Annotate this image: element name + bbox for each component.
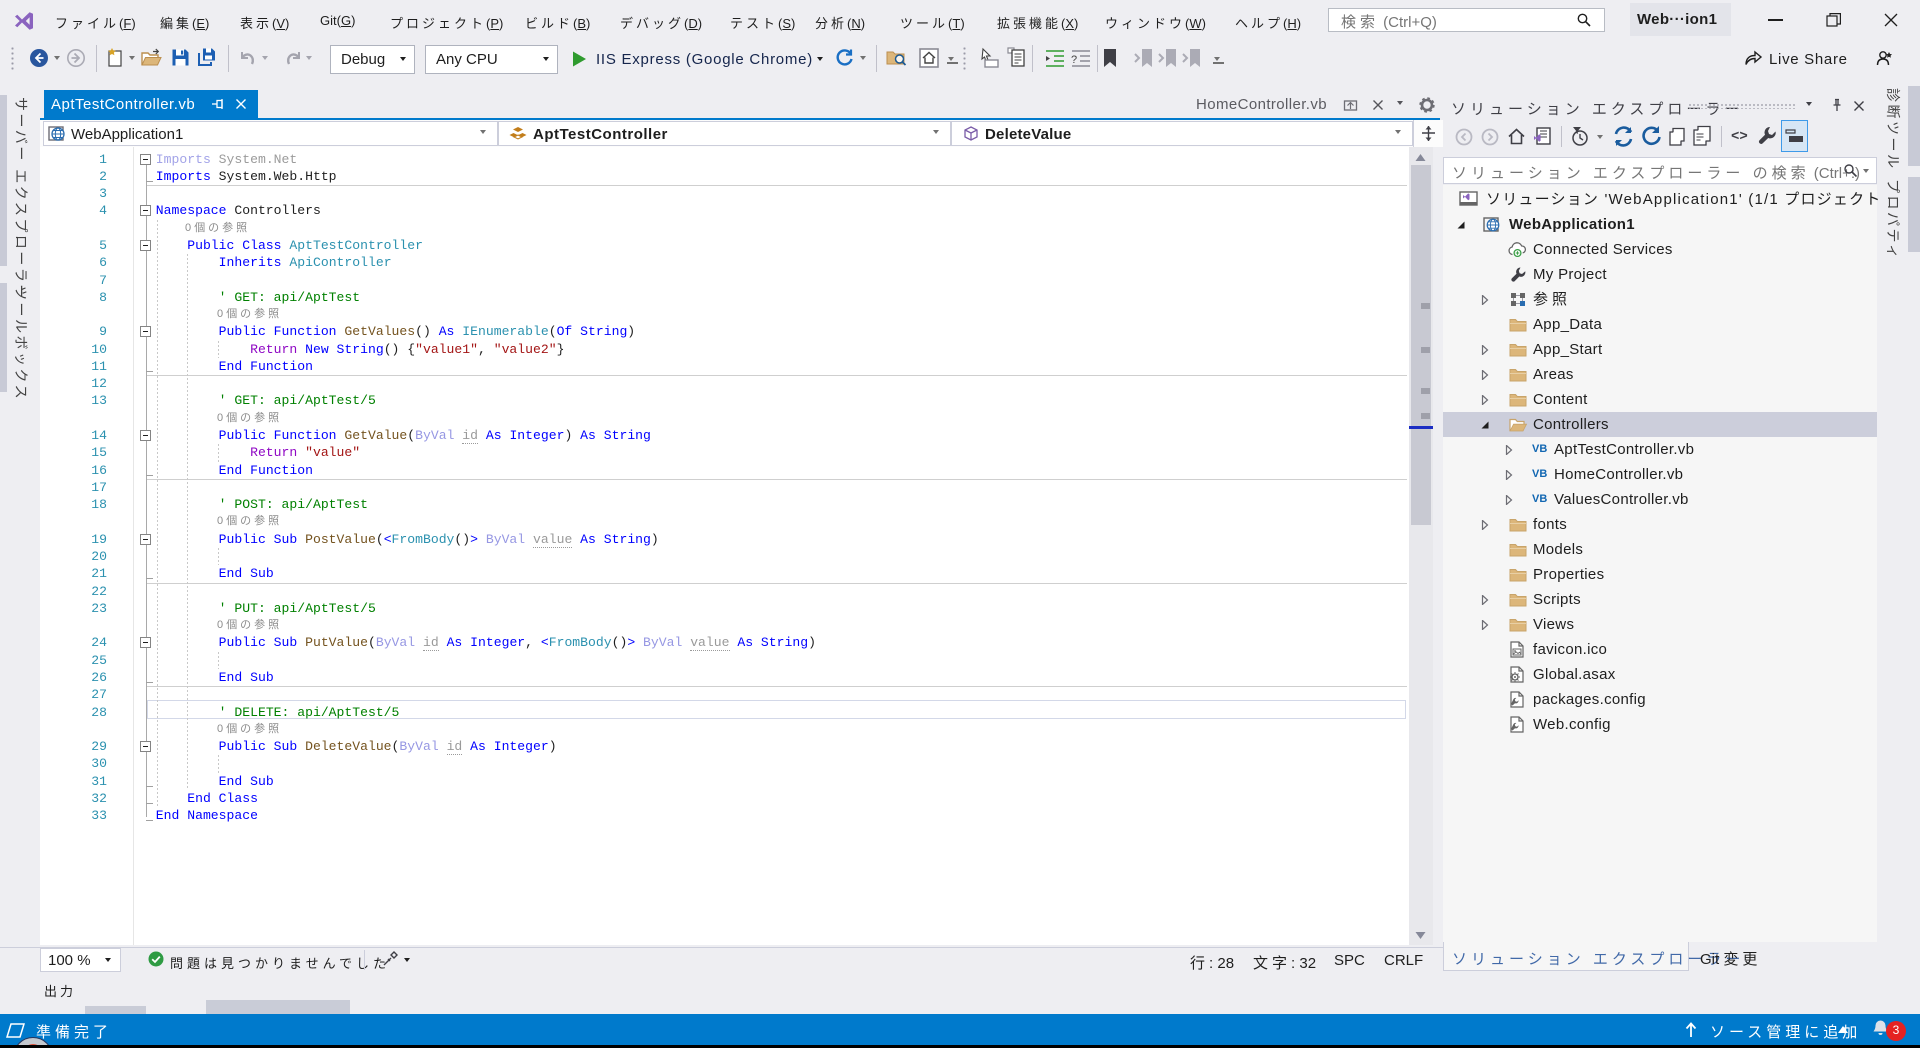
- svg-text:?: ?: [1071, 54, 1077, 66]
